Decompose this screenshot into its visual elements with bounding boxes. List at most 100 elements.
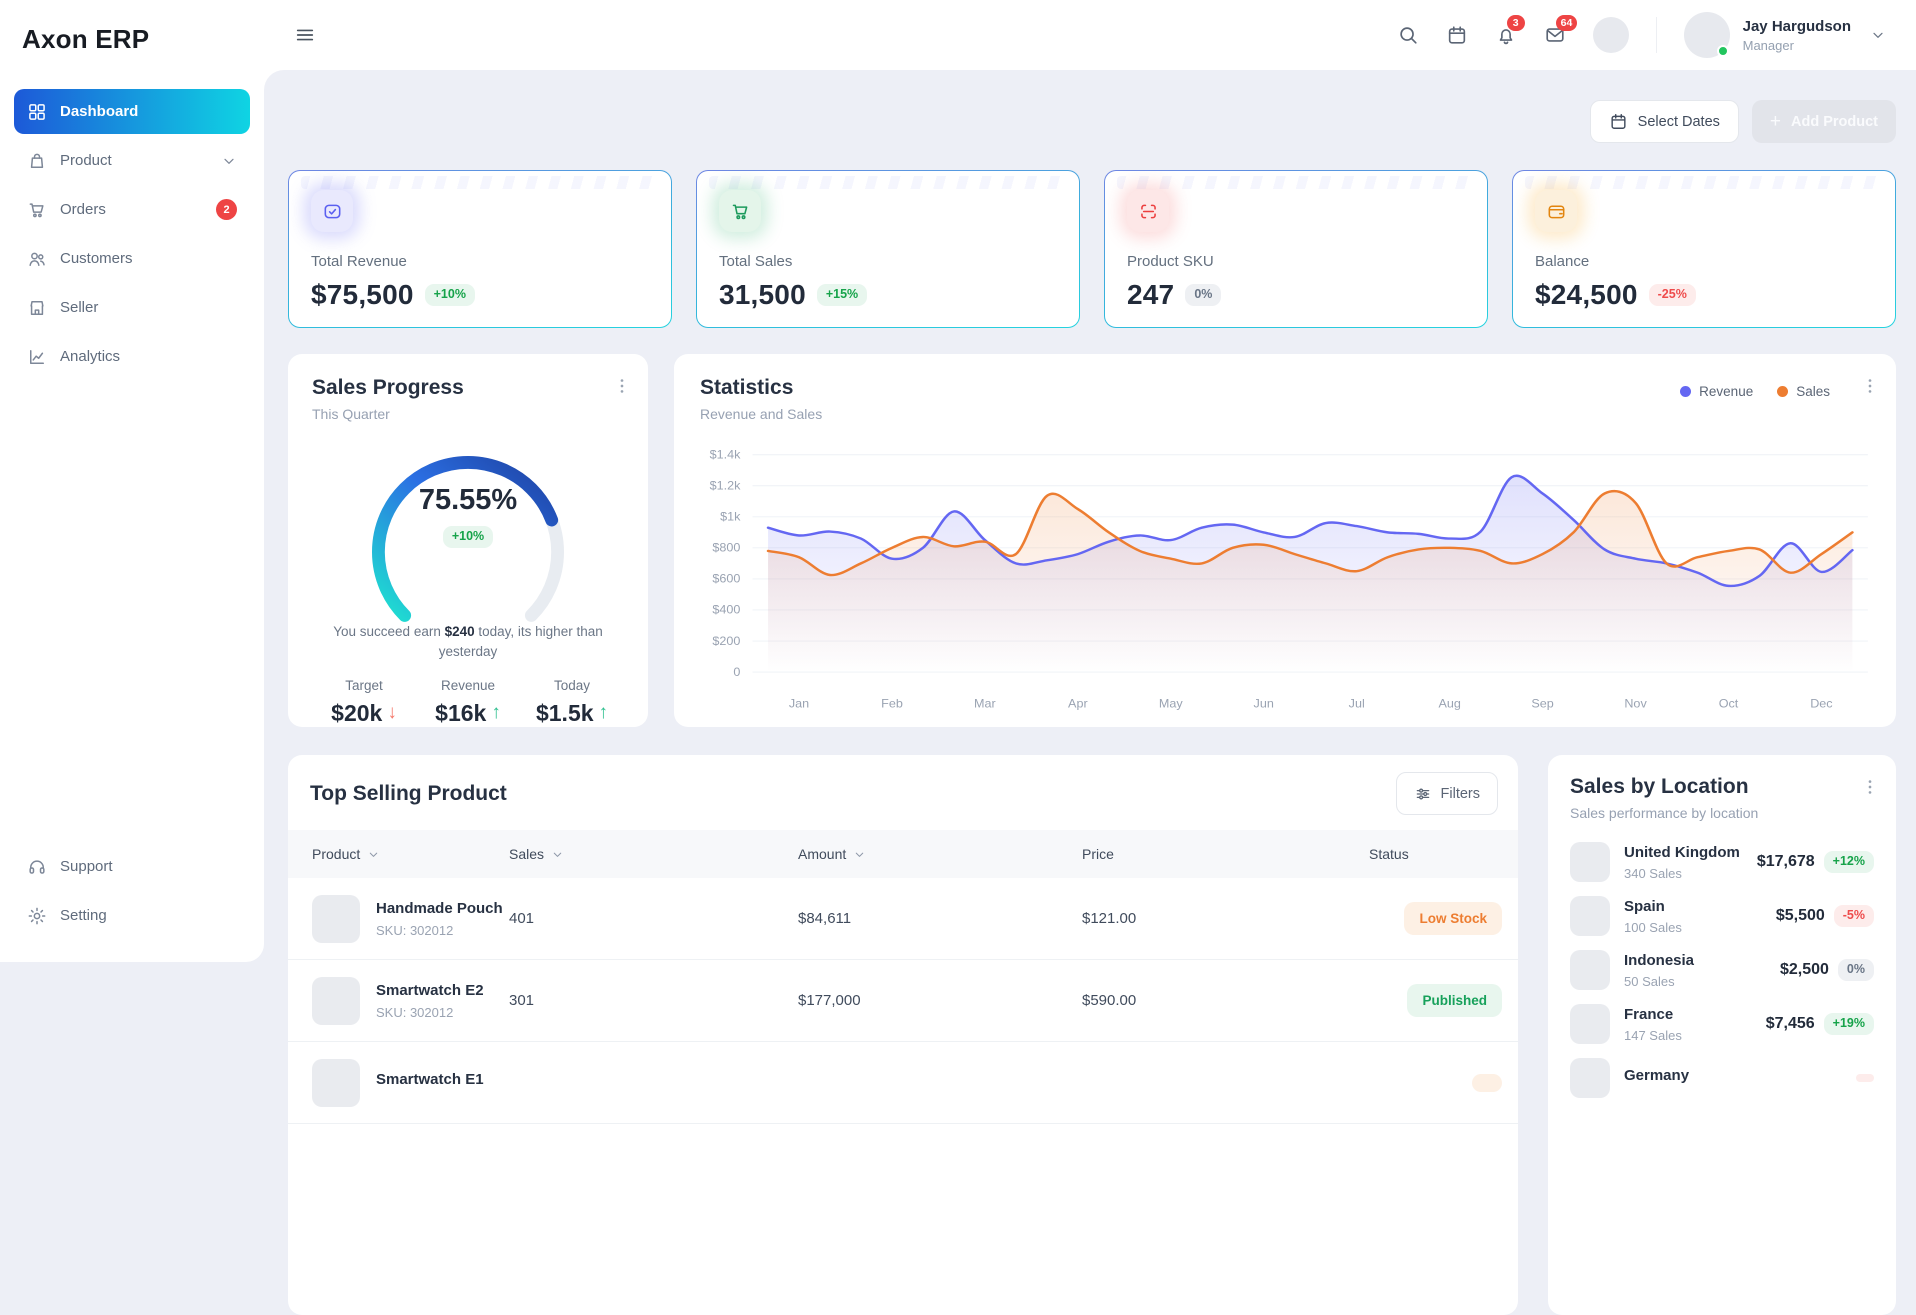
location-item-spain[interactable]: Spain 100 Sales $5,500 -5% (1570, 892, 1874, 940)
sales-progress-card: Sales Progress This Quarter 75.55% +10% (288, 354, 648, 727)
wallet-icon (1535, 190, 1577, 232)
column-header-sales[interactable]: Sales (509, 846, 798, 862)
online-status-dot (1717, 45, 1729, 57)
user-role: Manager (1743, 38, 1851, 53)
sales-progress-title: Sales Progress (312, 376, 624, 400)
message-count-badge: 64 (1556, 15, 1578, 31)
sidebar-item-customers[interactable]: Customers (14, 236, 250, 281)
sidebar: Axon ERP Dashboard Product Orders 2 Cust… (0, 0, 264, 962)
location-item-germany[interactable]: Germany (1570, 1054, 1874, 1102)
sidebar-item-orders[interactable]: Orders 2 (14, 187, 250, 232)
country-name: France (1624, 1006, 1682, 1023)
country-amount: $17,678 (1757, 853, 1815, 871)
sidebar-item-seller[interactable]: Seller (14, 285, 250, 330)
filters-label: Filters (1441, 786, 1480, 802)
progress-stats-row: Target $20k ↓ Revenue $16k ↑ Today $1.5k… (312, 678, 624, 727)
card-texture (709, 176, 1067, 189)
statistics-chart: $1.4k$1.2k$1k$800$600$400$2000JanFebMarA… (690, 436, 1880, 717)
country-flag-placeholder (1570, 1004, 1610, 1044)
country-sales-count: 100 Sales (1624, 920, 1682, 935)
chevron-down-icon (221, 153, 237, 169)
progress-stat-revenue: Revenue $16k ↑ (416, 678, 520, 727)
filters-button[interactable]: Filters (1396, 772, 1498, 815)
sidebar-item-product[interactable]: Product (14, 138, 250, 183)
product-price: $590.00 (1082, 992, 1369, 1009)
kebab-menu-icon[interactable] (612, 376, 632, 396)
sidebar-item-label: Setting (60, 907, 107, 924)
messages-mail-icon[interactable]: 64 (1544, 24, 1566, 46)
country-name: Germany (1624, 1067, 1689, 1084)
svg-text:Nov: Nov (1624, 697, 1647, 710)
sidebar-item-analytics[interactable]: Analytics (14, 334, 250, 379)
chart-legend: Revenue Sales (1680, 384, 1830, 399)
table-header-row: Product Sales Amount Price Status (288, 830, 1518, 878)
kebab-menu-icon[interactable] (1860, 777, 1880, 797)
notifications-bell-icon[interactable]: 3 (1495, 24, 1517, 46)
sliders-icon (1414, 785, 1432, 803)
cart-icon (719, 190, 761, 232)
product-sku: SKU: 302012 (376, 923, 503, 938)
country-delta-badge: -5% (1834, 905, 1874, 927)
arrow-up-icon: ↑ (491, 702, 501, 724)
location-item-france[interactable]: France 147 Sales $7,456 +19% (1570, 1000, 1874, 1048)
column-header-product[interactable]: Product (288, 846, 509, 862)
country-amount: $2,500 (1780, 961, 1829, 979)
progress-stat-target: Target $20k ↓ (312, 678, 416, 727)
kebab-menu-icon[interactable] (1860, 376, 1880, 396)
product-sku: SKU: 302012 (376, 1005, 484, 1020)
stat-label: Total Sales (719, 253, 1057, 270)
user-name: Jay Hargudson (1743, 18, 1851, 35)
calendar-icon[interactable] (1446, 24, 1468, 46)
product-thumbnail (312, 1059, 360, 1107)
sidebar-item-dashboard[interactable]: Dashboard (14, 89, 250, 134)
svg-text:$400: $400 (712, 603, 740, 616)
table-row[interactable]: Smartwatch E2 SKU: 302012 301 $177,000 $… (288, 960, 1518, 1042)
headset-icon (27, 857, 47, 877)
stat-label: Balance (1535, 253, 1873, 270)
table-row[interactable]: Handmade Pouch SKU: 302012 401 $84,611 $… (288, 878, 1518, 960)
sidebar-item-label: Customers (60, 250, 133, 267)
store-icon (27, 298, 47, 318)
stat-value: $75,500 (311, 279, 414, 311)
status-badge: Published (1407, 984, 1502, 1017)
check-card-icon (311, 190, 353, 232)
location-item-indonesia[interactable]: Indonesia 50 Sales $2,500 0% (1570, 946, 1874, 994)
svg-text:Mar: Mar (974, 697, 996, 710)
sidebar-item-setting[interactable]: Setting (14, 893, 250, 938)
bag-icon (27, 151, 47, 171)
user-menu[interactable]: Jay Hargudson Manager (1684, 12, 1886, 58)
svg-text:Aug: Aug (1438, 697, 1460, 710)
sidebar-footer: Support Setting (14, 844, 250, 942)
svg-text:$600: $600 (712, 572, 740, 585)
country-delta-badge: +19% (1824, 1013, 1874, 1035)
svg-text:$200: $200 (712, 634, 740, 647)
header-divider (1656, 17, 1657, 53)
sidebar-item-support[interactable]: Support (14, 844, 250, 889)
top-selling-title: Top Selling Product (310, 782, 507, 806)
column-header-price: Price (1082, 846, 1369, 862)
column-header-amount[interactable]: Amount (798, 846, 1082, 862)
stat-value: 31,500 (719, 279, 806, 311)
table-row[interactable]: Smartwatch E1 (288, 1042, 1518, 1124)
menu-toggle-icon[interactable] (294, 24, 316, 46)
svg-text:Jul: Jul (1349, 697, 1365, 710)
top-selling-card: Top Selling Product Filters Product Sale… (288, 755, 1518, 1315)
column-header-status: Status (1369, 846, 1518, 862)
language-selector-placeholder[interactable] (1593, 17, 1629, 53)
country-delta-badge (1856, 1074, 1874, 1082)
search-icon[interactable] (1397, 24, 1419, 46)
sales-by-location-title: Sales by Location (1570, 775, 1874, 799)
select-dates-button[interactable]: Select Dates (1590, 100, 1739, 143)
add-product-button[interactable]: + Add Product (1752, 100, 1896, 143)
sales-by-location-card: Sales by Location Sales performance by l… (1548, 755, 1896, 1315)
country-delta-badge: 0% (1838, 959, 1874, 981)
stat-card-total-sales: Total Sales 31,500 +15% (696, 170, 1080, 328)
country-name: Spain (1624, 898, 1682, 915)
country-name: Indonesia (1624, 952, 1694, 969)
location-item-united-kingdom[interactable]: United Kingdom 340 Sales $17,678 +12% (1570, 838, 1874, 886)
svg-text:Feb: Feb (881, 697, 903, 710)
grid-icon (27, 102, 47, 122)
svg-text:$800: $800 (712, 541, 740, 554)
legend-item-sales: Sales (1777, 384, 1830, 399)
svg-text:Jan: Jan (789, 697, 809, 710)
